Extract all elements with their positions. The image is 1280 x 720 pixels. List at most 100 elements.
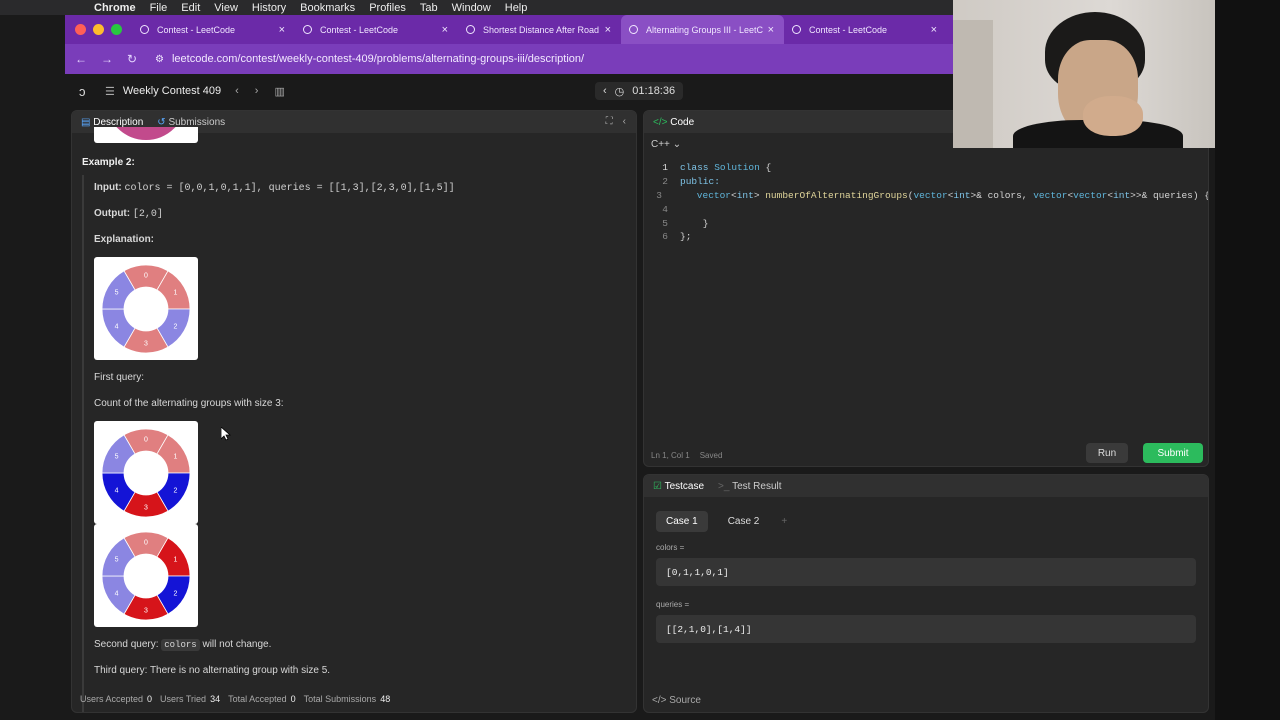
- menu-bookmarks[interactable]: Bookmarks: [300, 2, 355, 14]
- query1-wheel-image-b: 0 1 2 3 4 5: [94, 524, 198, 627]
- browser-tab[interactable]: Contest - LeetCode ×: [295, 15, 458, 44]
- code-editor[interactable]: 1 class Solution { 2 public: 3 vector<int>…: [644, 161, 1209, 244]
- tab-test-result-label: Test Result: [732, 480, 782, 492]
- menu-history[interactable]: History: [252, 2, 286, 14]
- run-button[interactable]: Run: [1086, 443, 1128, 463]
- browser-tab-active[interactable]: Alternating Groups III - LeetC ×: [621, 15, 784, 44]
- first-query-text: First query:: [94, 372, 145, 383]
- ranking-chart-icon[interactable]: ▥: [274, 85, 284, 98]
- site-settings-icon[interactable]: ⚙: [155, 54, 164, 65]
- close-tab-icon[interactable]: ×: [605, 24, 611, 36]
- browser-tab-strip: Contest - LeetCode × Contest - LeetCode × …: [65, 15, 953, 44]
- close-window-button[interactable]: [75, 24, 86, 35]
- timer-value: 01:18:36: [632, 85, 676, 97]
- wheel-index-label: 3: [144, 504, 148, 511]
- reload-icon[interactable]: ↻: [127, 52, 137, 66]
- menu-help[interactable]: Help: [505, 2, 528, 14]
- saved-status: Saved: [699, 451, 723, 460]
- queries-input[interactable]: [[2,1,0],[1,4]]: [656, 615, 1196, 643]
- code-line: 1 class Solution {: [644, 161, 1208, 175]
- case-1-tab[interactable]: Case 1: [656, 511, 708, 532]
- tab-description[interactable]: ▤ Description: [81, 117, 143, 128]
- submit-button[interactable]: Submit: [1143, 443, 1203, 463]
- count-text: Count of the alternating groups with siz…: [94, 398, 284, 409]
- close-tab-icon[interactable]: ×: [931, 24, 937, 36]
- tab-code[interactable]: </> Code: [653, 117, 694, 128]
- minimize-window-button[interactable]: [93, 24, 104, 35]
- menu-edit[interactable]: Edit: [181, 2, 200, 14]
- third-query-text: Third query: There is no alternating gro…: [94, 665, 331, 676]
- input-label: Input:: [94, 182, 122, 193]
- close-tab-icon[interactable]: ×: [279, 24, 285, 36]
- checkbox-icon: ☑: [653, 480, 662, 492]
- menu-window[interactable]: Window: [452, 2, 491, 14]
- wheel-index-label: 3: [144, 340, 148, 347]
- query1-wheel-image-a: 0 1 2 3 4 5: [94, 421, 198, 524]
- line-number: 5: [662, 217, 668, 229]
- zoom-window-button[interactable]: [111, 24, 122, 35]
- webcam-overlay: [953, 0, 1215, 148]
- code-line: 4: [644, 202, 1208, 216]
- leetcode-favicon-icon: [140, 25, 149, 34]
- total-submissions-value: 48: [380, 694, 391, 704]
- description-body: Example 2: Input: colors = [0,0,1,0,1,1]…: [72, 127, 636, 712]
- back-arrow-icon[interactable]: ←: [75, 52, 87, 66]
- contest-title[interactable]: Weekly Contest 409: [123, 85, 221, 97]
- users-accepted-stat: Users Accepted 0: [80, 694, 152, 704]
- prev-problem-icon[interactable]: ‹: [235, 85, 239, 98]
- explanation-text: Explanation:: [94, 234, 155, 245]
- tab-submissions-label: Submissions: [168, 116, 226, 128]
- tab-testcase[interactable]: ☑ Testcase: [653, 481, 704, 492]
- line-number: 4: [662, 203, 668, 215]
- code-line: 3 vector<int> numberOfAlternatingGroups(…: [644, 189, 1209, 203]
- code-text: };: [680, 231, 692, 243]
- output-label: Output:: [94, 208, 131, 219]
- menu-tab[interactable]: Tab: [420, 2, 438, 14]
- collapse-timer-icon[interactable]: ‹: [603, 85, 607, 97]
- source-link[interactable]: </> Source: [652, 695, 701, 706]
- example-input: Input: colors = [0,0,1,0,1,1], queries =…: [94, 182, 455, 194]
- code-icon: </>: [652, 695, 667, 706]
- browser-tab[interactable]: Contest - LeetCode ×: [784, 15, 947, 44]
- leetcode-favicon-icon: [466, 25, 475, 34]
- cursor-arrow-icon: [220, 426, 232, 441]
- wheel-index-label: 1: [173, 453, 177, 460]
- wheel-index-label: 0: [144, 539, 148, 546]
- leetcode-logo-icon[interactable]: ↄ: [79, 84, 105, 99]
- case-2-tab[interactable]: Case 2: [718, 511, 770, 532]
- tab-submissions[interactable]: ↺ Submissions: [157, 117, 225, 128]
- close-tab-icon[interactable]: ×: [442, 24, 448, 36]
- colors-input[interactable]: [0,1,1,0,1]: [656, 558, 1196, 586]
- maximize-icon[interactable]: ⛶: [606, 116, 613, 127]
- menu-view[interactable]: View: [214, 2, 238, 14]
- close-tab-icon[interactable]: ×: [768, 24, 774, 36]
- add-case-icon[interactable]: +: [779, 511, 789, 532]
- wheel-index-label: 5: [115, 453, 119, 460]
- panel-controls: ⛶ ‹: [606, 116, 626, 127]
- menu-profiles[interactable]: Profiles: [369, 2, 406, 14]
- wheel-index-label: 1: [173, 289, 177, 296]
- code-icon: </>: [653, 116, 668, 128]
- tab-label: Shortest Distance After Road: [483, 24, 600, 35]
- collapse-icon[interactable]: ‹: [623, 116, 626, 127]
- forward-arrow-icon[interactable]: →: [101, 52, 113, 66]
- menu-file[interactable]: File: [150, 2, 168, 14]
- tab-test-result[interactable]: >_ Test Result: [718, 481, 781, 492]
- code-line: 6};: [644, 230, 1208, 244]
- contest-timer[interactable]: ‹ ◷ 01:18:36: [595, 82, 684, 100]
- language-selector[interactable]: C++ ⌄: [651, 139, 681, 150]
- source-label: Source: [669, 695, 701, 706]
- menu-app-name[interactable]: Chrome: [94, 2, 136, 14]
- browser-tab[interactable]: Contest - LeetCode ×: [132, 15, 295, 44]
- browser-tab[interactable]: Shortest Distance After Road ×: [458, 15, 621, 44]
- tab-code-label: Code: [670, 116, 695, 128]
- leetcode-favicon-icon: [792, 25, 801, 34]
- code-text: vector<int> numberOfAlternatingGroups(ve…: [696, 189, 1209, 201]
- history-icon: ↺: [157, 116, 166, 128]
- problem-list-icon[interactable]: ☰: [105, 85, 115, 98]
- next-problem-icon[interactable]: ›: [255, 85, 259, 98]
- leetcode-favicon-icon: [629, 25, 638, 34]
- tab-label: Contest - LeetCode: [157, 24, 236, 35]
- url-field[interactable]: leetcode.com/contest/weekly-contest-409/…: [172, 53, 584, 65]
- colors-label: colors =: [656, 543, 685, 552]
